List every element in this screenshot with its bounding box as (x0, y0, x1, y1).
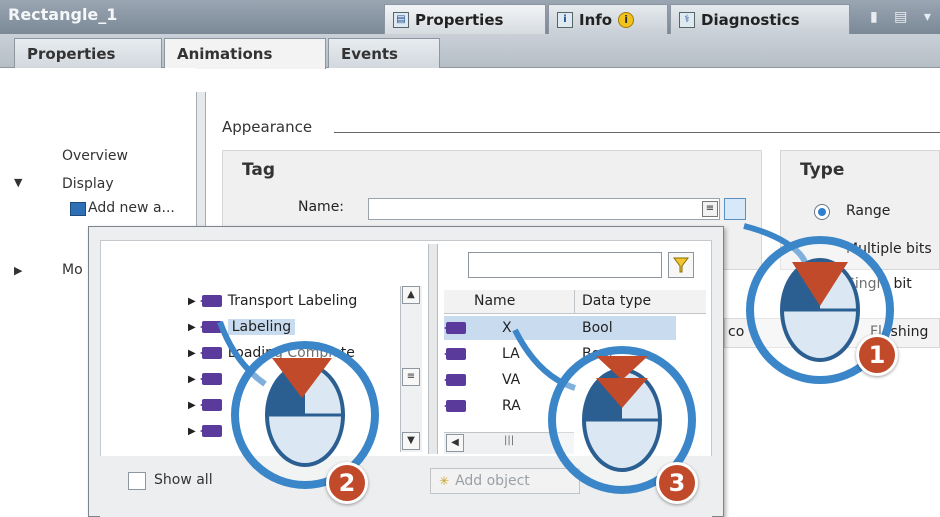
mouse-callout-2 (217, 320, 379, 489)
step-badge-2: 2 (326, 462, 368, 504)
tutorial-callouts (217, 223, 894, 494)
step-badge-3: 3 (656, 462, 698, 504)
step-badge-1: 1 (856, 334, 898, 376)
